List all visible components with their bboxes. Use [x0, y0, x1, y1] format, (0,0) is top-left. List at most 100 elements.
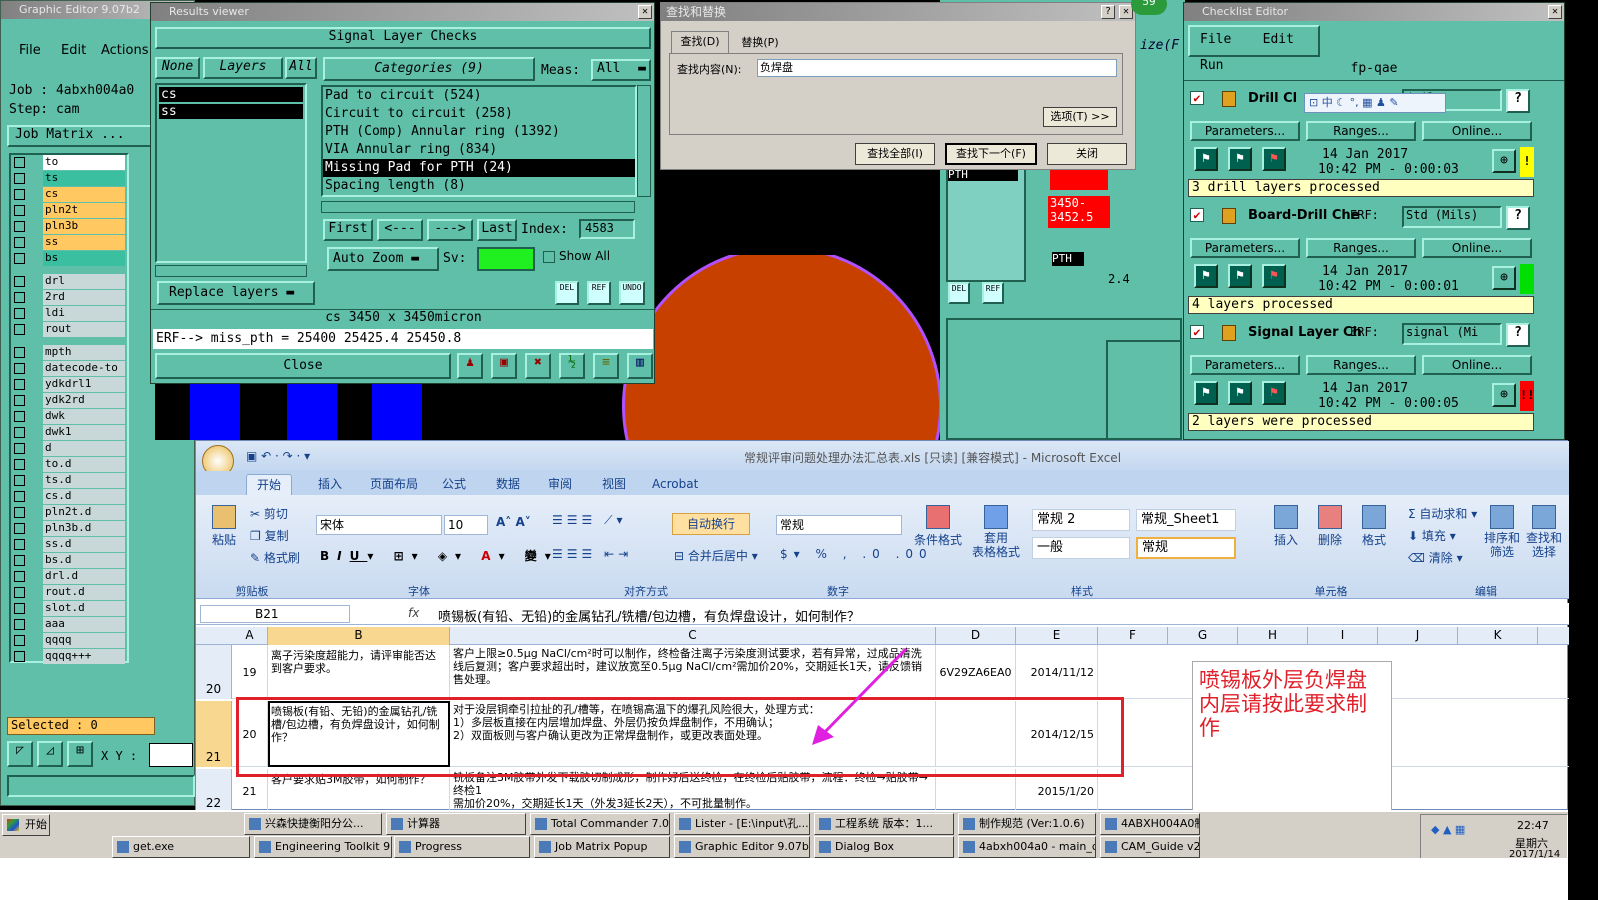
layer-row[interactable]: qqqq — [11, 633, 127, 649]
ribbon-tab[interactable]: 页面布局 — [360, 474, 428, 495]
taskbar-button[interactable]: 制作规范 (Ver:1.0.6) — [958, 813, 1096, 835]
layer-row[interactable]: pln2t.d — [11, 505, 127, 521]
layer-checkbox[interactable] — [14, 459, 25, 470]
column-header[interactable]: D — [936, 627, 1016, 645]
layer-row[interactable]: bs.d — [11, 553, 127, 569]
ribbon-tab[interactable]: 开始 — [246, 474, 293, 495]
name-box[interactable]: B21 — [200, 605, 350, 623]
layer-checkbox[interactable] — [14, 491, 25, 502]
layer-row[interactable]: pln3b — [11, 219, 127, 235]
find-next-button[interactable]: 查找下一个(F) — [945, 143, 1037, 165]
layer-row[interactable]: qqqq+++ — [11, 649, 127, 665]
bold-italic-underline-icons[interactable]: BIU▾ ⊞▾ ◈▾ A▾ 變▾ — [320, 547, 559, 564]
undo-button[interactable]: UNDO — [619, 281, 645, 305]
cell-d[interactable]: 6V29ZA6EA0 — [936, 645, 1016, 699]
layer-row[interactable]: to — [11, 155, 127, 171]
run-icon[interactable]: ⚑ — [1262, 381, 1286, 405]
layer-checkbox[interactable] — [14, 379, 25, 390]
layer-checkbox[interactable] — [14, 635, 25, 646]
format-painter-button[interactable]: ✎ 格式刷 — [250, 549, 300, 566]
ranges-button[interactable]: Ranges... — [1306, 238, 1416, 258]
layer-checkbox[interactable] — [14, 221, 25, 232]
taskbar-button[interactable]: Total Commander 7.0... — [530, 813, 670, 835]
category-item[interactable]: Spacing length (8) — [323, 177, 635, 195]
category-item[interactable]: PTH (Comp) Annular ring (1392) — [323, 123, 635, 141]
categories-button[interactable]: Categories (9) — [323, 57, 535, 81]
column-header[interactable]: I — [1308, 627, 1378, 645]
layer-checkbox[interactable] — [14, 427, 25, 438]
ribbon-tab[interactable]: Acrobat — [642, 474, 708, 495]
layer-row[interactable]: ydk2rd — [11, 393, 127, 409]
column-header[interactable]: F — [1098, 627, 1168, 645]
taskbar-button[interactable]: get.exe — [112, 836, 250, 858]
layer-row[interactable]: 2rd — [11, 290, 127, 306]
layer-checkbox[interactable] — [14, 475, 25, 486]
layer-checkbox[interactable] — [14, 571, 25, 582]
layer-row[interactable]: ts.d — [11, 473, 127, 489]
taskbar-button[interactable]: Lister - [E:\input\孔... — [674, 813, 810, 835]
sort-filter-button[interactable]: 排序和 筛选 — [1482, 505, 1522, 559]
category-scrollbar[interactable] — [637, 85, 651, 197]
all-button[interactable]: All — [285, 57, 317, 79]
checklist-item-checkbox[interactable]: ✔ — [1190, 91, 1204, 105]
ribbon-tab[interactable]: 公式 — [432, 474, 476, 495]
tool-icon-2[interactable]: ◿ — [37, 741, 63, 767]
zoom-icon[interactable]: ⊕ — [1492, 149, 1516, 173]
category-list[interactable]: Pad to circuit (524) Circuit to circuit (… — [321, 85, 637, 197]
merge-center-button[interactable]: ⊟ 合并后居中 ▾ — [674, 547, 758, 564]
layer-checkbox[interactable] — [14, 324, 25, 335]
taskbar-button[interactable]: 计算器 — [386, 813, 526, 835]
layer-checkbox[interactable] — [14, 555, 25, 566]
tool-icon-1[interactable]: ◸ — [7, 741, 33, 767]
ref-button[interactable]: REF — [587, 281, 611, 305]
category-item[interactable]: Pad to circuit (524) — [323, 87, 635, 105]
taskbar-button[interactable]: Graphic Editor 9.07b... — [674, 836, 810, 858]
format-cells-button[interactable]: 格式 — [1354, 505, 1394, 548]
column-header[interactable]: E — [1016, 627, 1098, 645]
ime-toolbar[interactable]: ⊡ 中 ☾ °, ▦ ♟ ✎ — [1304, 93, 1446, 113]
sv-color-dropdown[interactable] — [477, 247, 535, 271]
menu-file[interactable]: File — [19, 43, 41, 58]
layer-row[interactable]: cs — [11, 187, 127, 203]
ribbon-tab[interactable]: 数据 — [486, 474, 530, 495]
layer-checkbox[interactable] — [14, 651, 25, 662]
tab-replace[interactable]: 替换(P) — [731, 33, 789, 53]
layer-row[interactable]: ldi — [11, 306, 127, 322]
layer-checkbox[interactable] — [14, 603, 25, 614]
layer-checkbox[interactable] — [14, 308, 25, 319]
report-icon[interactable]: ½ — [559, 353, 585, 379]
layer-row[interactable]: datecode-to — [11, 361, 127, 377]
layer-row[interactable]: aaa — [11, 617, 127, 633]
menu-actions[interactable]: Actions — [101, 43, 149, 58]
column-header[interactable]: K — [1458, 627, 1538, 645]
cut-button[interactable]: ✂ 剪切 — [250, 505, 288, 522]
cell-b[interactable]: 离子污染度超能力，请评审能否达到客户要求。 — [268, 645, 450, 699]
find-select-button[interactable]: 查找和 选择 — [1524, 505, 1564, 559]
ribbon-tab[interactable]: 视图 — [592, 474, 636, 495]
row-header[interactable]: 21 — [196, 701, 232, 767]
results-close-icon[interactable]: ✕ — [638, 5, 652, 19]
column-header[interactable]: B — [268, 627, 450, 645]
xy-input[interactable] — [149, 743, 193, 767]
column-header[interactable]: A — [232, 627, 268, 645]
help-icon[interactable]: ? — [1101, 5, 1115, 19]
options-button[interactable]: 选项(T) >> — [1043, 107, 1117, 127]
next-button[interactable]: ---> — [427, 219, 473, 241]
excel-titlebar[interactable]: ▣ ↶ · ↷ · ▾ 常规评审问题处理办法汇总表.xls [只读] [兼容模式… — [196, 441, 1569, 477]
layer-checkbox[interactable] — [14, 253, 25, 264]
last-button[interactable]: Last — [477, 219, 517, 241]
taskbar-button[interactable]: Progress — [394, 836, 530, 858]
layer-checkbox[interactable] — [14, 292, 25, 303]
zoom-icon[interactable]: ⊕ — [1492, 383, 1516, 407]
layer-hscrollbar[interactable] — [155, 265, 307, 277]
parameters-button[interactable]: Parameters... — [1190, 355, 1300, 375]
run-icon[interactable]: ⚑ — [1262, 147, 1286, 171]
layer-row[interactable]: pln2t — [11, 203, 127, 219]
layer-row[interactable]: mpth — [11, 345, 127, 361]
insert-cells-button[interactable]: 插入 — [1266, 505, 1306, 548]
layer-row[interactable]: drl.d — [11, 569, 127, 585]
layer-row[interactable]: dwk1 — [11, 425, 127, 441]
menu-edit[interactable]: Edit — [61, 43, 86, 58]
note-icon[interactable]: ≡ — [593, 353, 619, 379]
style-normal[interactable]: 常规 — [1136, 537, 1236, 559]
